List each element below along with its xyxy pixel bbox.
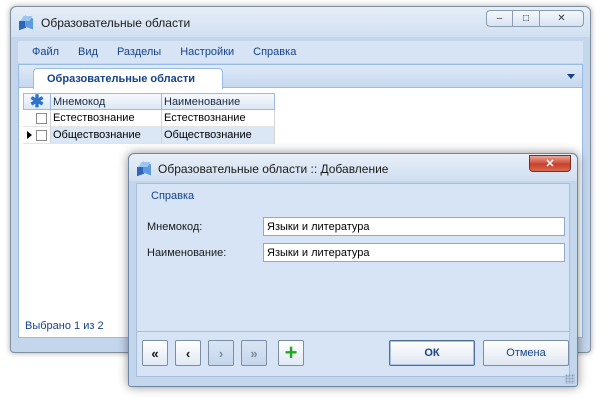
dialog-titlebar[interactable]: Образовательные области :: Добавление ✕ — [129, 154, 577, 181]
add-record-button[interactable]: + — [278, 340, 304, 366]
last-record-button[interactable]: » — [241, 340, 267, 366]
menubar: Файл Вид Разделы Настройки Справка — [18, 41, 583, 63]
minimize-button[interactable]: – — [486, 10, 513, 27]
name-field[interactable] — [263, 243, 565, 262]
close-icon: ✕ — [545, 158, 555, 170]
row-checkbox[interactable] — [36, 129, 47, 141]
chevron-right-icon: › — [218, 345, 224, 361]
dialog-app-icon — [137, 161, 153, 177]
menu-sections[interactable]: Разделы — [117, 46, 161, 58]
mnemocode-field[interactable] — [263, 217, 565, 236]
menu-settings[interactable]: Настройки — [180, 46, 234, 58]
prev-record-button[interactable]: ‹ — [175, 340, 201, 366]
menu-view[interactable]: Вид — [78, 46, 98, 58]
tab-educational-areas[interactable]: Образовательные области — [33, 68, 223, 89]
row-indicator — [23, 110, 51, 127]
status-text: Выбрано 1 из 2 — [25, 320, 104, 332]
resize-grip-icon[interactable] — [565, 374, 575, 384]
next-record-button[interactable]: › — [208, 340, 234, 366]
cell-mnemocode[interactable]: Естествознание — [51, 110, 162, 127]
double-chevron-right-icon: » — [250, 345, 258, 361]
menu-file[interactable]: Файл — [32, 46, 59, 58]
cell-name[interactable]: Обществознание — [162, 127, 275, 144]
table-row[interactable]: Естествознание Естествознание — [23, 110, 275, 127]
dialog-button-bar: « ‹ › » + ОК Отмена — [137, 331, 569, 376]
table-row[interactable]: Обществознание Обществознание — [23, 127, 275, 144]
dialog-menu-help[interactable]: Справка — [151, 190, 194, 202]
row-indicator — [23, 127, 51, 144]
row-checkbox[interactable] — [36, 112, 47, 124]
dialog-close-button[interactable]: ✕ — [529, 155, 571, 172]
ok-button[interactable]: ОК — [389, 340, 475, 366]
tab-dropdown-icon[interactable] — [567, 74, 575, 79]
asterisk-icon[interactable]: ✱ — [23, 93, 51, 110]
mnemocode-label: Мнемокод: — [147, 221, 203, 233]
data-grid: ✱ Мнемокод Наименование Естествознание Е… — [23, 93, 275, 144]
cell-mnemocode[interactable]: Обществознание — [51, 127, 162, 144]
grid-header: ✱ Мнемокод Наименование — [23, 93, 275, 110]
first-record-button[interactable]: « — [142, 340, 168, 366]
chevron-left-icon: ‹ — [185, 345, 191, 361]
double-chevron-left-icon: « — [151, 345, 159, 361]
column-header-name[interactable]: Наименование — [162, 93, 275, 110]
dialog-body: Справка Мнемокод: Наименование: « ‹ › » … — [136, 183, 570, 377]
app-icon — [19, 15, 35, 31]
window-title: Образовательные области — [41, 16, 191, 30]
close-button[interactable]: ✕ — [540, 10, 584, 27]
column-header-mnemocode[interactable]: Мнемокод — [51, 93, 162, 110]
add-dialog: Образовательные области :: Добавление ✕ … — [128, 153, 578, 387]
plus-icon: + — [284, 340, 298, 365]
name-label: Наименование: — [147, 247, 227, 259]
current-row-arrow-icon — [26, 131, 32, 139]
main-titlebar[interactable]: Образовательные области – □ ✕ — [11, 7, 590, 37]
cell-name[interactable]: Естествознание — [162, 110, 275, 127]
maximize-button[interactable]: □ — [513, 10, 540, 27]
tabstrip: Образовательные области — [19, 65, 582, 89]
menu-help[interactable]: Справка — [253, 46, 296, 58]
cancel-button[interactable]: Отмена — [483, 340, 569, 366]
dialog-title: Образовательные области :: Добавление — [158, 162, 389, 176]
caption-buttons: – □ ✕ — [486, 10, 584, 28]
